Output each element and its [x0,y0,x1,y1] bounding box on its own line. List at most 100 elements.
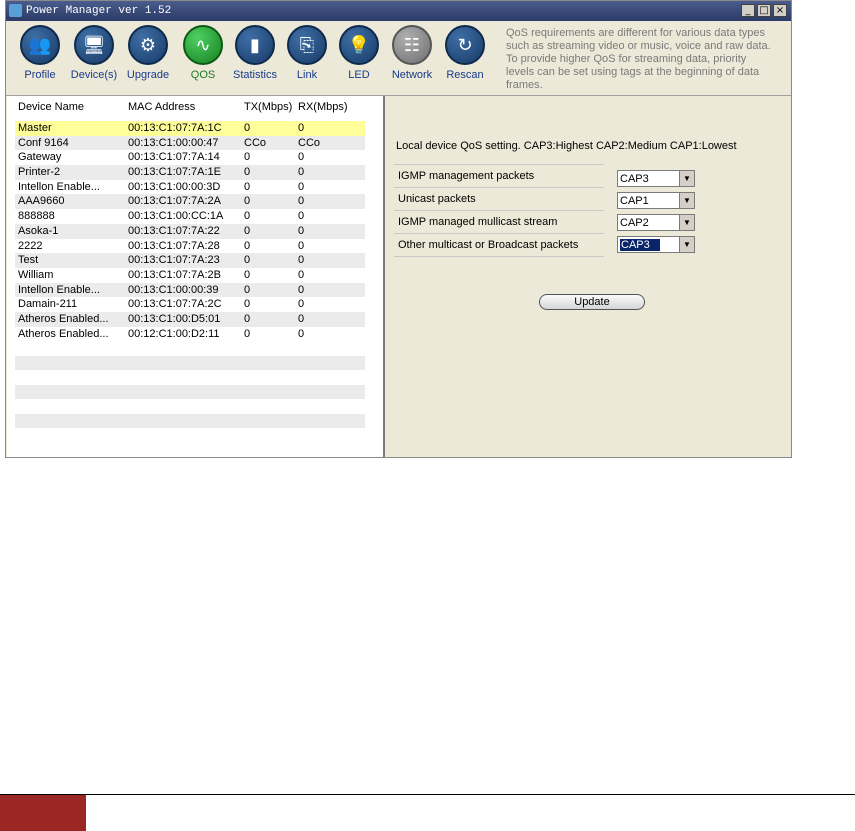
toolbar-label: Profile [24,69,56,81]
toolbar-label: Upgrade [126,69,170,81]
chevron-down-icon[interactable]: ▼ [679,171,694,186]
column-header-rx[interactable]: RX(Mbps) [298,101,348,113]
network-icon: ☷ [392,25,432,65]
close-button[interactable]: × [773,4,787,17]
qos-setting-note: Local device QoS setting. CAP3:Highest C… [396,140,737,152]
other-multicast-priority-select[interactable]: CAP3 ▼ [617,236,695,253]
title-bar[interactable]: Power Manager ver 1.52 _ □ × [6,1,791,21]
toolbar-button-network[interactable]: ☷ Network [387,25,437,81]
empty-row [15,385,365,399]
tx-cell: 0 [244,312,251,325]
toolbar-button-profile[interactable]: 👥 Profile [15,25,65,81]
device-name-cell: Asoka-1 [18,224,59,237]
table-row[interactable]: Damain-211 00:13:C1:07:7A:2C 0 0 [15,297,365,312]
qos-row-unicast: Unicast packets [394,188,604,211]
toolbar-button-upgrade[interactable]: ⚙ Upgrade [123,25,173,81]
mac-address-cell: 00:13:C1:07:7A:22 [128,224,220,237]
tx-cell: CCo [244,136,267,149]
toolbar-label: QOS [190,69,216,81]
device-name-cell: 2222 [18,239,43,252]
igmp-management-priority-select[interactable]: CAP3 ▼ [617,170,695,187]
table-row[interactable]: Gateway 00:13:C1:07:7A:14 0 0 [15,150,365,165]
mac-address-cell: 00:13:C1:07:7A:2C [128,298,222,311]
toolbar-button-rescan[interactable]: ↻ Rescan [440,25,490,81]
table-row[interactable]: 888888 00:13:C1:00:CC:1A 0 0 [15,209,365,224]
device-name-cell: Master [18,122,52,134]
rescan-icon: ↻ [445,25,485,65]
toolbar-button-qos[interactable]: ∿ QOS [178,25,228,81]
table-row[interactable]: Intellon Enable... 00:13:C1:00:00:3D 0 0 [15,180,365,195]
rx-cell: 0 [298,195,305,208]
table-row[interactable]: Asoka-1 00:13:C1:07:7A:22 0 0 [15,223,365,239]
device-name-cell: Atheros Enabled... [18,327,109,340]
qos-label: IGMP management packets [398,170,535,182]
window-title: Power Manager ver 1.52 [26,5,172,17]
chevron-down-icon[interactable]: ▼ [679,237,694,252]
devices-icon: 🖥 [74,25,114,65]
qos-label: IGMP managed mullicast stream [398,216,558,228]
toolbar-button-led[interactable]: 💡 LED [334,25,384,81]
link-icon: ⎘ [287,25,327,65]
app-icon [9,4,22,17]
update-button[interactable]: Update [539,294,645,310]
mac-address-cell: 00:13:C1:07:7A:28 [128,239,220,252]
device-name-cell: Conf 9164 [18,136,69,149]
toolbar-label: Network [391,69,433,81]
column-header-mac-address[interactable]: MAC Address [128,101,195,113]
tx-cell: 0 [244,151,251,164]
table-row[interactable]: Conf 9164 00:13:C1:00:00:47 CCo CCo [15,135,365,151]
qos-row-other-multicast: Other multicast or Broadcast packets [394,234,604,256]
chevron-down-icon[interactable]: ▼ [679,193,694,208]
table-row[interactable]: 2222 00:13:C1:07:7A:28 0 0 [15,239,365,254]
toolbar-button-devices[interactable]: 🖥 Device(s) [69,25,119,81]
mac-address-cell: 00:13:C1:07:7A:2B [128,268,221,281]
table-row[interactable]: Test 00:13:C1:07:7A:23 0 0 [15,253,365,268]
column-header-tx[interactable]: TX(Mbps) [244,101,292,113]
footer-rule [0,794,855,795]
table-row[interactable]: Intellon Enable... 00:13:C1:00:00:39 0 0 [15,282,365,298]
upgrade-icon: ⚙ [128,25,168,65]
led-icon: 💡 [339,25,379,65]
table-row[interactable]: Atheros Enabled... 00:12:C1:00:D2:11 0 0 [15,327,365,342]
rx-cell: 0 [298,327,305,340]
table-row[interactable]: Printer-2 00:13:C1:07:7A:1E 0 0 [15,165,365,180]
select-value: CAP3 [620,239,660,251]
mac-address-cell: 00:13:C1:07:7A:2A [128,195,221,208]
tx-cell: 0 [244,195,251,208]
toolbar-button-statistics[interactable]: ▮ Statistics [230,25,280,81]
chevron-down-icon[interactable]: ▼ [679,215,694,230]
unicast-priority-select[interactable]: CAP1 ▼ [617,192,695,209]
rx-cell: 0 [298,180,305,193]
maximize-button[interactable]: □ [757,4,771,17]
device-name-cell: Test [18,254,39,267]
column-header-device-name[interactable]: Device Name [18,101,84,113]
mac-address-cell: 00:13:C1:00:D5:01 [128,312,221,325]
tx-cell: 0 [244,224,251,237]
toolbar-label: Device(s) [70,69,118,81]
device-name-cell: AAA9660 [18,195,65,208]
igmp-multicast-priority-select[interactable]: CAP2 ▼ [617,214,695,231]
toolbar-label: Link [296,69,318,81]
device-table-body: Master 00:13:C1:07:7A:1C 0 0 Conf 9164 00:13:… [15,121,365,341]
table-row[interactable]: Master 00:13:C1:07:7A:1C 0 0 [15,121,365,136]
tx-cell: 0 [244,166,251,179]
device-name-cell: Printer-2 [18,166,61,179]
device-name-cell: Intellon Enable... [18,180,100,193]
toolbar-button-link[interactable]: ⎘ Link [282,25,332,81]
qos-icon: ∿ [183,25,223,65]
table-row[interactable]: AAA9660 00:13:C1:07:7A:2A 0 0 [15,194,365,210]
rx-cell: 0 [298,166,305,179]
window-controls: _ □ × [741,4,787,17]
table-row[interactable]: Atheros Enabled... 00:13:C1:00:D5:01 0 0 [15,311,365,327]
device-table-header: Device Name MAC Address TX(Mbps) RX(Mbps… [7,96,383,116]
qos-label: Unicast packets [398,193,476,205]
rx-cell: 0 [298,224,305,237]
qos-info-text: QoS requirements are different for vario… [506,27,771,91]
minimize-button[interactable]: _ [741,4,755,17]
rx-cell: 0 [298,210,305,223]
table-row[interactable]: William 00:13:C1:07:7A:2B 0 0 [15,268,365,283]
rx-cell: 0 [298,312,305,325]
tx-cell: 0 [244,180,251,193]
toolbar-label: Rescan [446,69,484,81]
tx-cell: 0 [244,122,251,134]
